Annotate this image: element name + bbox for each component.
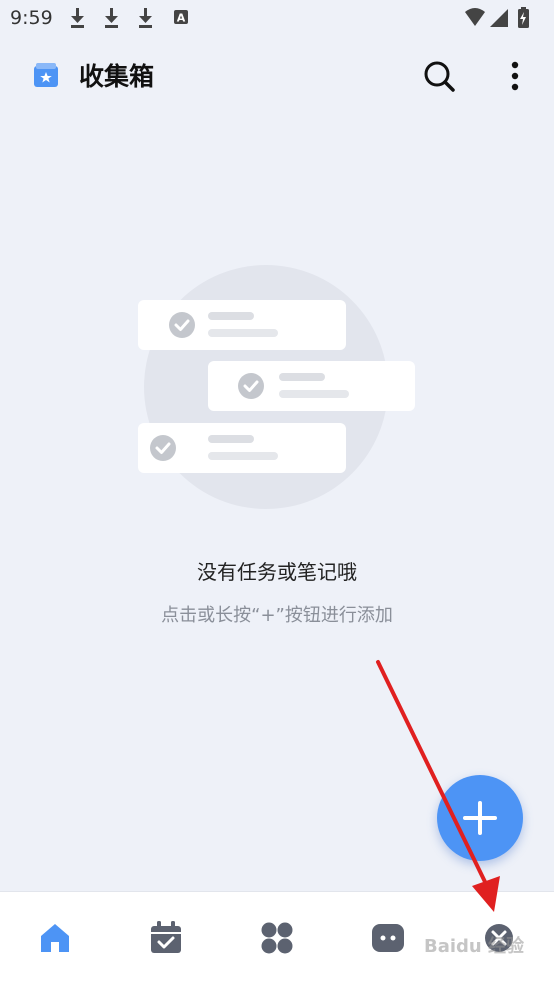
chat-bubble-icon	[372, 924, 404, 952]
empty-state-illustration	[130, 262, 430, 514]
grid-apps-icon	[261, 922, 293, 954]
page-title: 收集箱	[79, 62, 155, 91]
app-bar: 收集箱	[0, 40, 554, 110]
nav-item-home[interactable]	[0, 892, 110, 985]
download-icon	[139, 8, 152, 28]
status-icons-right	[464, 6, 544, 34]
text-a-icon: A	[174, 10, 188, 25]
plus-icon	[463, 801, 497, 835]
signal-icon	[490, 9, 508, 27]
search-button[interactable]	[421, 58, 457, 94]
empty-state-hint: 点击或长按“+”按钮进行添加	[161, 605, 393, 626]
svg-text:A: A	[177, 12, 186, 25]
battery-icon	[518, 7, 529, 28]
status-time: 9:59	[10, 7, 53, 29]
more-options-button[interactable]	[502, 58, 528, 94]
add-button[interactable]	[437, 775, 523, 861]
download-icon	[71, 8, 84, 28]
home-icon	[41, 924, 69, 952]
search-icon	[424, 61, 455, 92]
download-icon	[105, 8, 118, 28]
empty-state-title: 没有任务或笔记哦	[197, 560, 357, 584]
status-icons-left: A	[70, 6, 200, 34]
more-vertical-icon	[511, 61, 519, 91]
inbox-star-icon	[32, 62, 60, 94]
calendar-check-icon	[151, 921, 181, 953]
watermark: Baidu 经验	[424, 936, 525, 957]
nav-item-calendar[interactable]	[111, 892, 221, 985]
wifi-icon	[465, 8, 485, 26]
nav-item-apps[interactable]	[222, 892, 332, 985]
status-bar: 9:59 A	[0, 0, 554, 38]
